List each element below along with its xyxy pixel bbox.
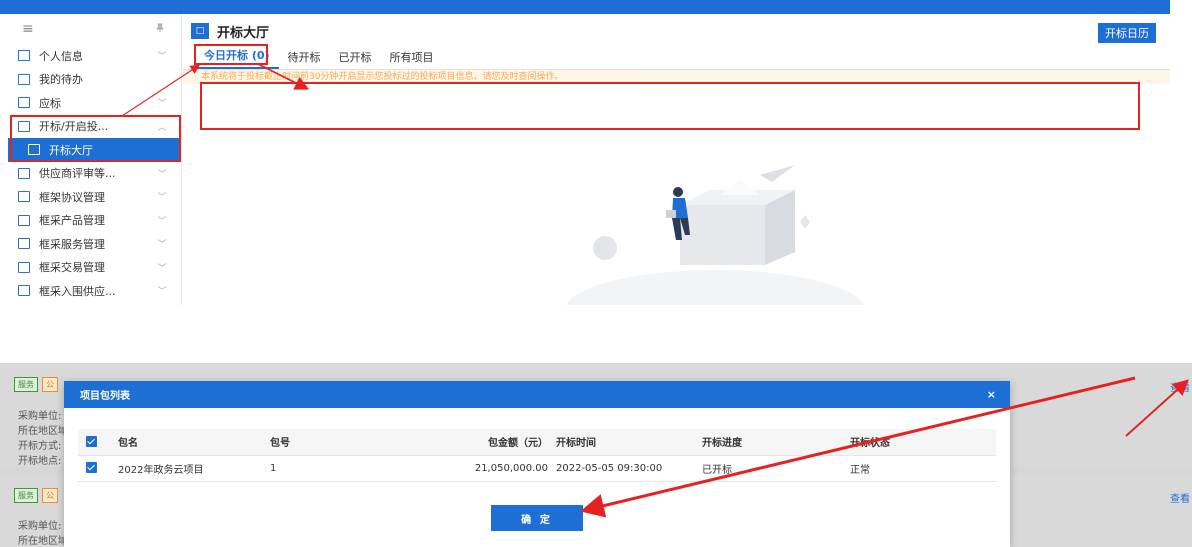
sidebar-item-framework-agreement[interactable]: 框架协议管理 ﹀: [8, 185, 181, 209]
top-app-bar: [0, 0, 1170, 14]
supplier-icon: [18, 285, 30, 297]
menu-icon[interactable]: ≡: [22, 21, 34, 37]
modal-title: 项目包列表: [80, 391, 130, 402]
page-tag-icon: □: [191, 23, 209, 39]
sidebar-header: ≡: [8, 14, 181, 44]
package-list-screen: 服务 公 采购单位: 所在地区域 开标方式: 开标地点: 查看 服务 公 采购单…: [0, 363, 1192, 547]
package-name-cell: 2022年政务云项目: [118, 455, 270, 482]
region-label: 所在地区域: [18, 426, 68, 437]
sidebar-item-bid-response[interactable]: 应标 ﹀: [8, 91, 181, 115]
tab-today-opening[interactable]: 今日开标 (0): [195, 47, 279, 69]
category-badge: 公: [42, 488, 58, 503]
document-icon: [18, 97, 30, 109]
col-opening-time: 开标时间: [556, 429, 702, 456]
opening-location-label: 开标地点:: [18, 456, 62, 467]
bid-opening-hall-screen: ≡ 个人信息 ﹀ 我的待办 应标 ﹀ 开标/开启投... ︿ 开标大厅 供应商评…: [0, 0, 1170, 305]
folder-open-icon: [18, 120, 30, 132]
sidebar-item-supplier-review[interactable]: 供应商评审等... ﹀: [8, 162, 181, 186]
select-all-cell[interactable]: [78, 429, 118, 456]
purchaser-label: 采购单位:: [18, 411, 62, 422]
package-no-cell: 1: [270, 455, 420, 482]
todo-icon: [18, 73, 30, 85]
sidebar-item-bid-opening[interactable]: 开标/开启投... ︿: [8, 115, 181, 139]
purchaser-label: 采购单位:: [18, 521, 62, 532]
service-badge: 服务: [14, 377, 38, 392]
col-progress: 开标进度: [702, 429, 850, 456]
sidebar-item-framework-transactions[interactable]: 框采交易管理 ﹀: [8, 256, 181, 280]
progress-cell: 已开标: [702, 455, 850, 482]
chevron-down-icon: ﹀: [157, 193, 167, 204]
user-card-icon: [18, 50, 30, 62]
record-badges-1: 服务 公: [14, 377, 58, 392]
close-icon[interactable]: ×: [987, 388, 996, 401]
pin-icon[interactable]: [155, 23, 165, 36]
col-status: 开标状态: [850, 429, 996, 456]
transaction-icon: [18, 261, 30, 273]
chevron-down-icon: ﹀: [157, 52, 167, 63]
table-header-row: 包名 包号 包金额（元） 开标时间 开标进度 开标状态: [78, 429, 996, 456]
chevron-down-icon: ﹀: [157, 99, 167, 110]
chevron-down-icon: ﹀: [157, 263, 167, 274]
tab-pending-opening[interactable]: 待开标: [279, 49, 330, 69]
select-all-checkbox[interactable]: [86, 436, 97, 447]
tab-bar: 今日开标 (0) 待开标 已开标 所有项目: [183, 48, 1170, 70]
sidebar-item-framework-suppliers[interactable]: 框采入围供应... ﹀: [8, 279, 181, 303]
page-header: □ 开标大厅 开标日历: [183, 14, 1170, 48]
page-title: 开标大厅: [217, 25, 270, 41]
view-link[interactable]: 查看: [1170, 379, 1190, 394]
table-row[interactable]: 2022年政务云项目 1 21,050,000.00 2022-05-05 09…: [78, 455, 996, 482]
col-amount: 包金额（元）: [420, 429, 556, 456]
service-icon: [18, 238, 30, 250]
col-package-name: 包名: [118, 429, 270, 456]
empty-state-illustration: [566, 165, 864, 305]
row-checkbox[interactable]: [86, 462, 97, 474]
agreement-icon: [18, 191, 30, 203]
row-select-cell[interactable]: [78, 455, 118, 482]
sidebar-item-bid-opening-hall[interactable]: 开标大厅: [8, 138, 181, 162]
sidebar-item-framework-services[interactable]: 框采服务管理 ﹀: [8, 232, 181, 256]
package-list-modal: 项目包列表 × 包名 包号 包金额（元） 开标时间 开标进度 开标状态 2022…: [64, 381, 1010, 547]
notice-banner: 本系统将于投标截止时间前30分钟开启显示您投标过的投标项目信息，请您及时查阅操作…: [183, 70, 1170, 84]
chevron-down-icon: ﹀: [157, 287, 167, 298]
tab-opened[interactable]: 已开标: [330, 49, 381, 69]
sidebar: ≡ 个人信息 ﹀ 我的待办 应标 ﹀ 开标/开启投... ︿ 开标大厅 供应商评…: [8, 14, 182, 305]
view-link[interactable]: 查看: [1170, 490, 1190, 505]
confirm-button[interactable]: 确 定: [491, 505, 583, 531]
composite-screenshot: ≡ 个人信息 ﹀ 我的待办 应标 ﹀ 开标/开启投... ︿ 开标大厅 供应商评…: [0, 0, 1192, 547]
chevron-up-icon: ︿: [157, 122, 167, 133]
product-icon: [18, 214, 30, 226]
record-badges-2: 服务 公: [14, 488, 58, 503]
monitor-icon: [28, 144, 40, 156]
sidebar-item-framework-products[interactable]: 框采产品管理 ﹀: [8, 209, 181, 233]
tab-all-projects[interactable]: 所有项目: [381, 49, 443, 69]
chevron-down-icon: ﹀: [157, 240, 167, 251]
category-badge: 公: [42, 377, 58, 392]
opening-method-label: 开标方式:: [18, 441, 62, 452]
modal-header: 项目包列表 ×: [64, 381, 1010, 408]
opening-time-cell: 2022-05-05 09:30:00: [556, 455, 702, 482]
col-package-no: 包号: [270, 429, 420, 456]
package-table: 包名 包号 包金额（元） 开标时间 开标进度 开标状态 2022年政务云项目 1…: [78, 429, 996, 482]
chevron-down-icon: ﹀: [157, 169, 167, 180]
chevron-down-icon: ﹀: [157, 216, 167, 227]
amount-cell: 21,050,000.00: [420, 455, 556, 482]
bid-calendar-button[interactable]: 开标日历: [1098, 23, 1156, 43]
status-cell: 正常: [850, 455, 996, 482]
sidebar-item-my-todo[interactable]: 我的待办: [8, 68, 181, 92]
grid-icon: [18, 167, 30, 179]
service-badge: 服务: [14, 488, 38, 503]
region-label: 所在地区域: [18, 536, 68, 547]
sidebar-item-personal-info[interactable]: 个人信息 ﹀: [8, 44, 181, 68]
